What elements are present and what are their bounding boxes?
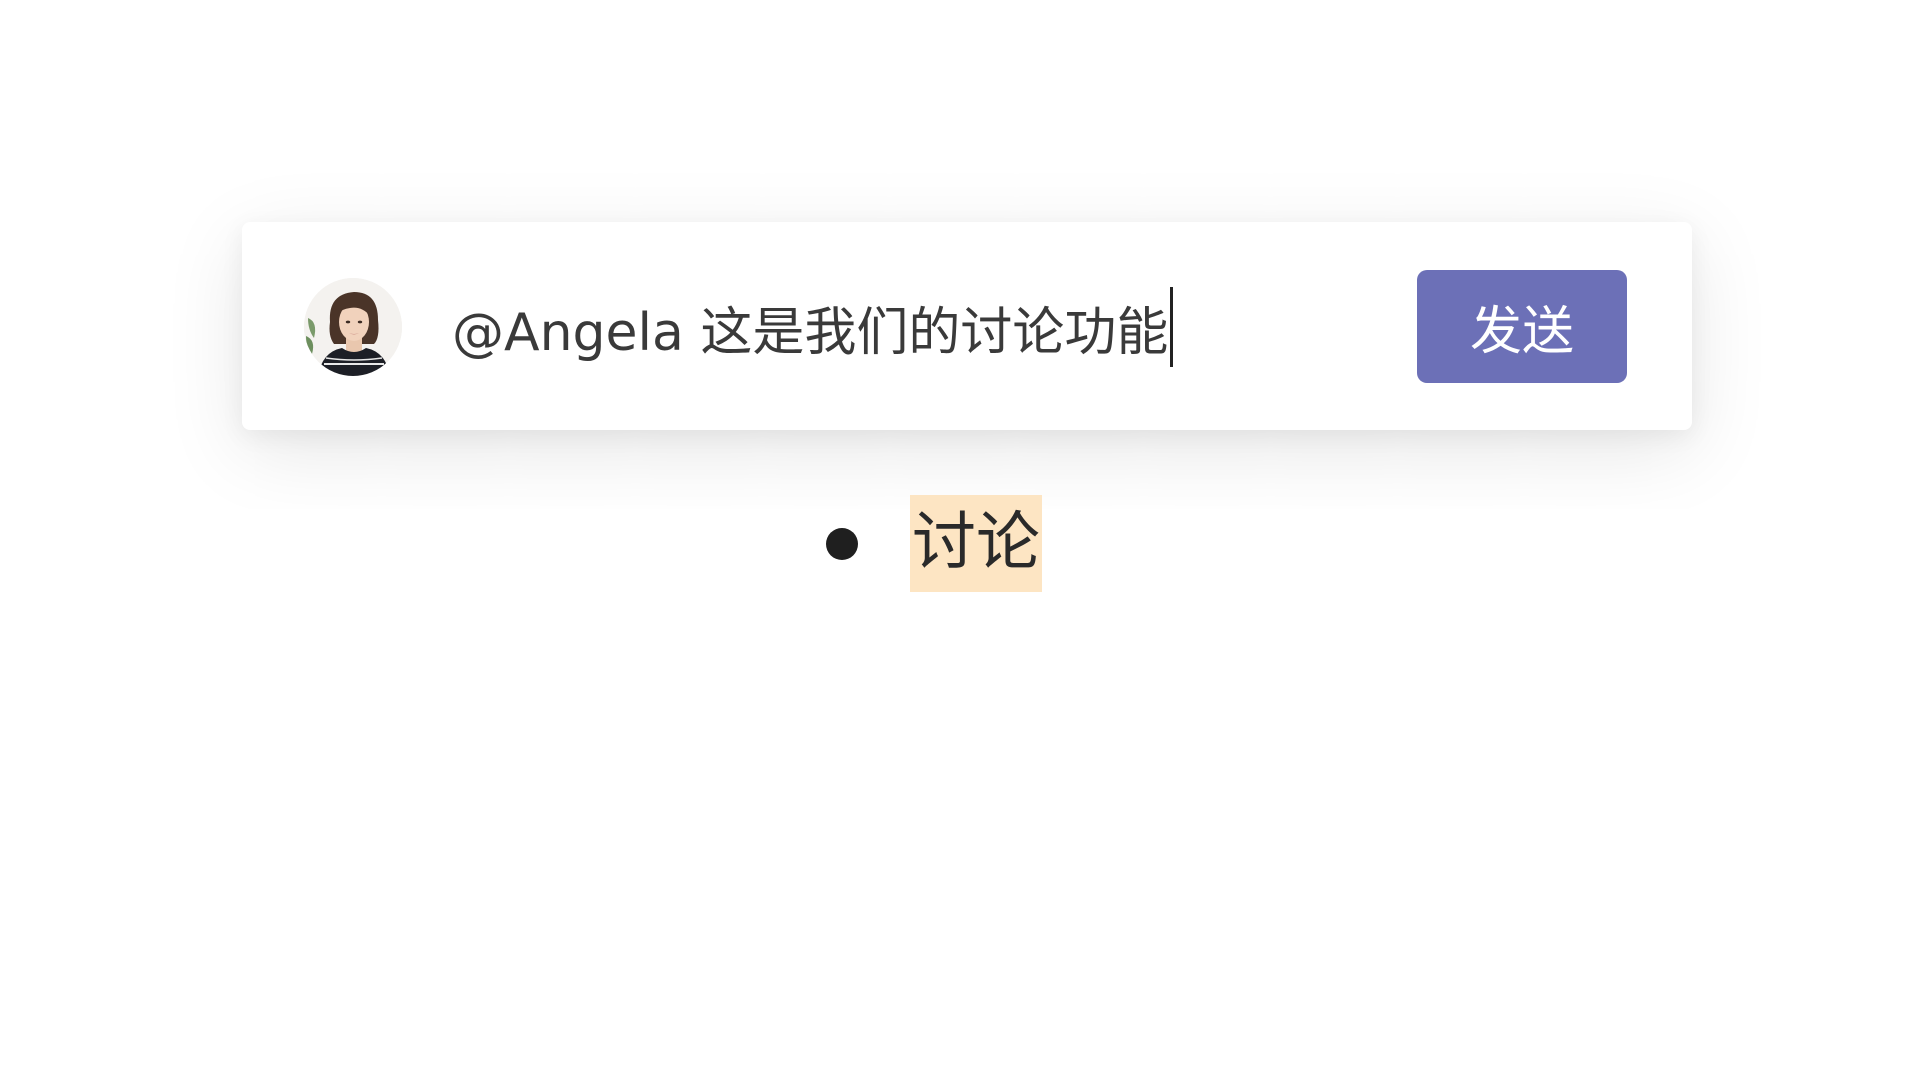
- avatar: [304, 278, 402, 376]
- mention-suggestion-label[interactable]: 讨论: [910, 495, 1042, 592]
- text-caret: [1170, 287, 1174, 367]
- mention-suggestion-item[interactable]: 讨论: [820, 495, 1042, 592]
- send-button[interactable]: 发送: [1417, 270, 1627, 383]
- mention-suggestion-list: 讨论: [820, 495, 1042, 592]
- avatar-photo-icon: [304, 278, 402, 376]
- comment-input[interactable]: @Angela 这是我们的讨论功能: [452, 282, 1212, 372]
- page: @Angela 这是我们的讨论功能 发送 讨论: [0, 0, 1920, 1080]
- comment-composer: @Angela 这是我们的讨论功能 发送: [242, 222, 1692, 430]
- bullet-icon: [826, 527, 858, 560]
- comment-input-text[interactable]: @Angela 这是我们的讨论功能: [452, 290, 1168, 365]
